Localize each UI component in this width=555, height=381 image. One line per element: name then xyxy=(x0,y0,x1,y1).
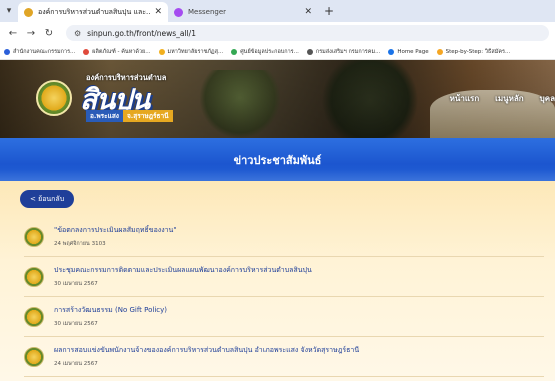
back-button[interactable]: < ย้อนกลับ xyxy=(20,190,75,208)
news-item[interactable]: ประชุมคณะกรรมการติดตามและประเมินผลแผนพัฒ… xyxy=(24,257,544,297)
bookmark-item[interactable]: ผลิตภัณฑ์ - ค้นหาด้วย... xyxy=(83,48,151,56)
bookmarks-bar: สำนักงานคณะกรรมการ... ผลิตภัณฑ์ - ค้นหาด… xyxy=(0,44,555,60)
news-title[interactable]: "ข้อตกลงการประเมินผลสัมฤทธิ์ของงาน" xyxy=(54,225,544,236)
bookmark-icon xyxy=(306,48,313,55)
bookmark-label: กรมส่งเสริมฯ กรมการคม... xyxy=(315,48,381,55)
news-date: 24 พฤศจิกายน 3103 xyxy=(54,241,106,247)
news-item[interactable]: การสร้างวัฒนธรรม (No Gift Policy) 30 เมษ… xyxy=(24,297,544,337)
address-bar-row: ← → ↻ ⚙ sinpun.go.th/front/news_all/1 xyxy=(0,22,555,44)
site-header: องค์การบริหารส่วนตำบล สินปุน อ.พระแสง จ.… xyxy=(0,60,555,138)
location-bar: อ.พระแสง จ.สุราษฎร์ธานี xyxy=(86,110,173,122)
site-settings-icon[interactable]: ⚙ xyxy=(74,29,81,38)
news-list: "ข้อตกลงการประเมินผลสัมฤทธิ์ของงาน" 24 พ… xyxy=(24,217,544,377)
back-arrow-icon[interactable]: ← xyxy=(6,28,20,39)
news-item-text: "ข้อตกลงการประเมินผลสัมฤทธิ์ของงาน" 24 พ… xyxy=(54,225,544,248)
tab-close-icon[interactable]: ✕ xyxy=(154,7,162,17)
nav-personnel[interactable]: บุคล xyxy=(540,92,555,105)
tab-sinpun[interactable]: องค์การบริหารส่วนตำบลสินปุน และ... ✕ xyxy=(18,2,168,22)
bookmark-label: Step-by-Step: วิธีสมัคร... xyxy=(445,48,511,55)
messenger-favicon-icon xyxy=(174,7,183,17)
forward-arrow-icon[interactable]: → xyxy=(24,28,38,39)
bookmark-item[interactable]: กรมส่งเสริมฯ กรมการคม... xyxy=(306,48,381,56)
news-item-text: ผลการสอบแข่งขันพนักงานจ้างขององค์การบริห… xyxy=(54,345,544,368)
news-item-text: การสร้างวัฒนธรรม (No Gift Policy) 30 เมษ… xyxy=(54,305,544,328)
bookmark-item[interactable]: ศูนย์ข้อมูลประกอบการ... xyxy=(231,48,299,56)
reload-icon[interactable]: ↻ xyxy=(42,28,56,39)
org-seal-icon xyxy=(24,306,44,327)
org-seal-logo[interactable] xyxy=(36,80,72,116)
nav-home[interactable]: หน้าแรก xyxy=(450,92,480,105)
bookmark-item[interactable]: Step-by-Step: วิธีสมัคร... xyxy=(436,48,511,56)
news-title[interactable]: ผลการสอบแข่งขันพนักงานจ้างขององค์การบริห… xyxy=(54,345,544,356)
news-item[interactable]: "ข้อตกลงการประเมินผลสัมฤทธิ์ของงาน" 24 พ… xyxy=(24,217,544,257)
browser-tab-bar: ▾ องค์การบริหารส่วนตำบลสินปุน และ... ✕ M… xyxy=(0,0,555,22)
district-label: อ.พระแสง xyxy=(86,110,123,122)
org-seal-icon xyxy=(24,226,44,247)
province-label: จ.สุราษฎร์ธานี xyxy=(122,110,173,122)
bookmark-item[interactable]: Home Page xyxy=(388,48,429,55)
top-nav: หน้าแรก เมนูหลัก บุคล xyxy=(434,92,555,105)
page-banner: ข่าวประชาสัมพันธ์ xyxy=(0,138,555,181)
banner-wave xyxy=(0,169,555,181)
nav-main-menu[interactable]: เมนูหลัก xyxy=(495,92,524,105)
url-field[interactable]: ⚙ sinpun.go.th/front/news_all/1 xyxy=(66,25,549,41)
org-seal-icon xyxy=(24,346,44,367)
url-text: sinpun.go.th/front/news_all/1 xyxy=(87,28,196,38)
bookmark-label: สำนักงานคณะกรรมการ... xyxy=(13,48,76,55)
sinpun-favicon-icon xyxy=(24,7,33,17)
bookmark-label: ผลิตภัณฑ์ - ค้นหาด้วย... xyxy=(92,48,151,55)
bookmark-icon xyxy=(4,48,10,55)
bookmark-icon xyxy=(231,48,238,55)
tab-close-icon[interactable]: ✕ xyxy=(304,7,312,17)
bookmark-icon xyxy=(388,48,395,55)
bookmark-label: ศูนย์ข้อมูลประกอบการ... xyxy=(240,48,299,55)
tab-title: องค์การบริหารส่วนตำบลสินปุน และ... xyxy=(38,7,151,16)
page-title: ข่าวประชาสัมพันธ์ xyxy=(233,154,322,167)
news-title[interactable]: ประชุมคณะกรรมการติดตามและประเมินผลแผนพัฒ… xyxy=(54,265,544,276)
new-tab-button[interactable]: + xyxy=(324,4,334,18)
news-item[interactable]: ผลการสอบแข่งขันพนักงานจ้างขององค์การบริห… xyxy=(24,337,544,377)
bookmark-icon xyxy=(83,48,90,55)
bookmark-item[interactable]: สำนักงานคณะกรรมการ... xyxy=(4,48,75,56)
bookmark-item[interactable]: มหาวิทยาลัยราชภัฏสุ... xyxy=(158,48,224,56)
news-content: < ย้อนกลับ "ข้อตกลงการประเมินผลสัมฤทธิ์ข… xyxy=(0,181,555,381)
bookmark-label: มหาวิทยาลัยราชภัฏสุ... xyxy=(167,48,224,55)
tab-title: Messenger xyxy=(188,8,227,16)
news-item-text: ประชุมคณะกรรมการติดตามและประเมินผลแผนพัฒ… xyxy=(54,265,544,288)
news-date: 30 เมษายน 2567 xyxy=(54,281,98,287)
org-seal-icon xyxy=(24,266,44,287)
news-title[interactable]: การสร้างวัฒนธรรม (No Gift Policy) xyxy=(54,305,544,316)
tab-messenger[interactable]: Messenger ✕ xyxy=(168,2,318,22)
bookmark-label: Home Page xyxy=(397,48,429,55)
bookmark-icon xyxy=(158,48,165,55)
tab-list-chevron-icon[interactable]: ▾ xyxy=(0,6,18,16)
news-date: 30 เมษายน 2567 xyxy=(54,321,98,327)
bookmark-icon xyxy=(436,48,443,55)
news-date: 24 เมษายน 2567 xyxy=(54,361,98,367)
